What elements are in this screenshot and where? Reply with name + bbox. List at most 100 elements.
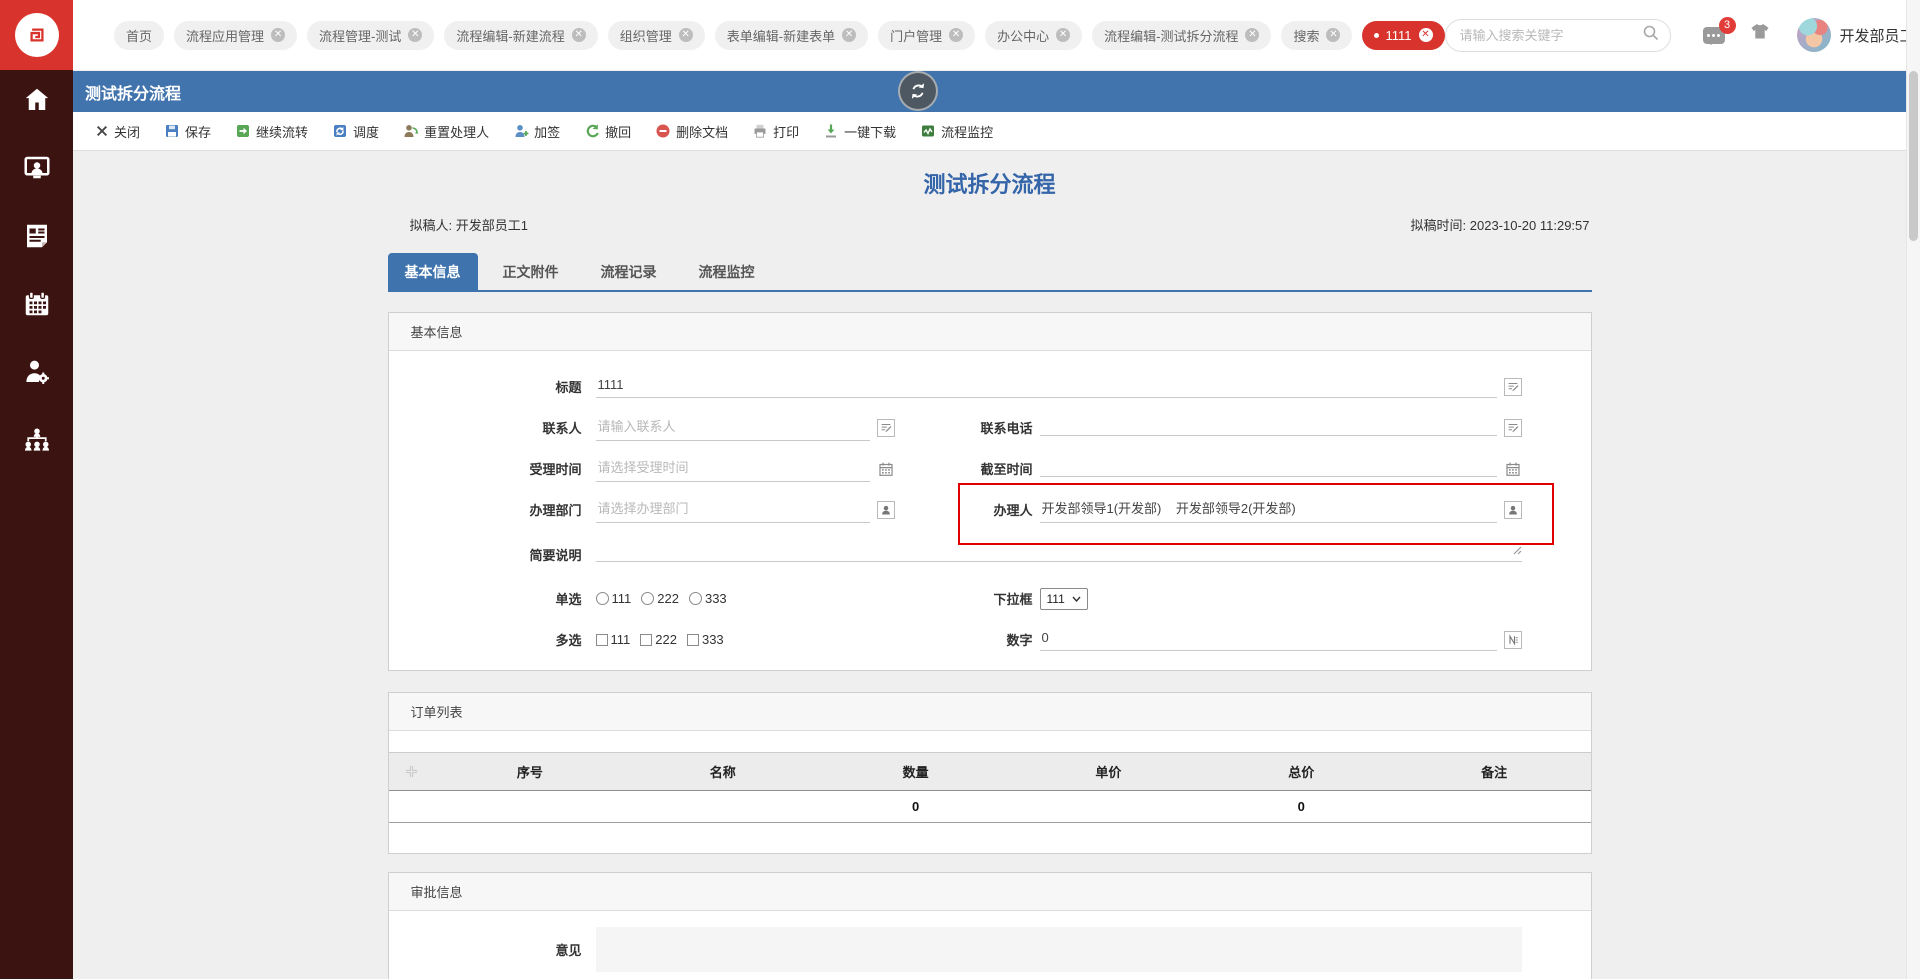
tab-chip-label: 流程编辑-测试拆分流程 xyxy=(1104,26,1238,45)
form-row-contact: 联系人 请输入联系人 联系电话 xyxy=(389,407,1591,448)
tab-chip[interactable]: 门户管理✕ xyxy=(878,21,975,50)
app-logo[interactable] xyxy=(0,0,73,70)
tab-chip[interactable]: 表单编辑-新建表单✕ xyxy=(715,21,868,50)
tab-process-record[interactable]: 流程记录 xyxy=(584,253,674,290)
accept-time-input[interactable]: 请选择受理时间 xyxy=(596,456,870,482)
edit-icon xyxy=(1504,378,1522,396)
user-settings-icon[interactable] xyxy=(22,357,52,387)
field-label-accept-time: 受理时间 xyxy=(389,459,582,478)
scrollbar[interactable] xyxy=(1906,0,1920,979)
scrollbar-thumb[interactable] xyxy=(1909,71,1918,241)
tab-chip[interactable]: 搜索✕ xyxy=(1281,21,1352,50)
tab-chip-label: 首页 xyxy=(126,26,152,45)
phone-input[interactable] xyxy=(1040,420,1497,436)
avatar[interactable] xyxy=(1797,18,1831,52)
download-icon xyxy=(823,123,839,139)
messages-button[interactable]: 3 xyxy=(1703,27,1725,44)
column-header: 名称 xyxy=(626,762,819,781)
number-input[interactable]: 0 xyxy=(1040,629,1497,651)
close-icon[interactable]: ✕ xyxy=(1326,28,1340,42)
close-icon[interactable]: ✕ xyxy=(408,28,422,42)
total-cell-sum: 0 xyxy=(1205,799,1398,814)
tab-basic-info[interactable]: 基本信息 xyxy=(388,253,478,290)
contact-input[interactable]: 请输入联系人 xyxy=(596,415,870,441)
radio-option-111[interactable]: 111 xyxy=(596,591,632,606)
close-icon[interactable]: ✕ xyxy=(271,28,285,42)
title-input[interactable]: 1111 xyxy=(596,376,1497,398)
draft-time-label: 拟稿时间: xyxy=(1411,218,1467,233)
tab-chip[interactable]: 流程管理-测试✕ xyxy=(307,21,434,50)
person-icon[interactable] xyxy=(1504,501,1522,519)
radio-option-333[interactable]: 333 xyxy=(689,591,727,606)
checkbox-icon xyxy=(640,634,652,646)
global-search[interactable] xyxy=(1445,19,1671,52)
number-icon xyxy=(1504,631,1522,649)
checkbox-option-222[interactable]: 222 xyxy=(640,632,677,647)
edit-icon xyxy=(877,419,895,437)
tab-body-attachments[interactable]: 正文附件 xyxy=(486,253,576,290)
basic-info-panel: 基本信息 标题 1111 联系人 请输入联系人 联系电话 xyxy=(388,312,1592,671)
refresh-button[interactable] xyxy=(898,71,938,111)
toolbar-button-reset-handler[interactable]: 重置处理人 xyxy=(403,122,489,141)
close-icon[interactable]: ✕ xyxy=(1245,28,1259,42)
search-icon[interactable] xyxy=(1642,24,1660,47)
field-label-dropdown: 下拉框 xyxy=(895,589,1033,608)
person-icon[interactable] xyxy=(877,501,895,519)
calendar-icon[interactable] xyxy=(1504,460,1522,478)
toolbar-button-label: 撤回 xyxy=(605,122,631,141)
tab-chip[interactable]: 办公中心✕ xyxy=(985,21,1082,50)
toolbar-button-monitor[interactable]: 流程监控 xyxy=(920,122,993,141)
close-icon[interactable]: ✕ xyxy=(1419,28,1433,42)
tab-chip-home[interactable]: 首页 xyxy=(114,21,164,50)
calendar-icon[interactable] xyxy=(877,460,895,478)
close-icon[interactable]: ✕ xyxy=(572,28,586,42)
toolbar-button-save[interactable]: 保存 xyxy=(164,122,211,141)
add-row-button[interactable] xyxy=(389,764,434,779)
toolbar-button-continue-flow[interactable]: 继续流转 xyxy=(235,122,308,141)
toolbar-button-label: 一键下载 xyxy=(844,122,896,141)
toolbar-button-print[interactable]: 打印 xyxy=(752,122,799,141)
toolbar-button-delete-doc[interactable]: 删除文档 xyxy=(655,122,728,141)
toolbar-button-close[interactable]: 关闭 xyxy=(95,122,140,141)
tab-chip-active[interactable]: 1111✕ xyxy=(1362,21,1444,50)
process-title-bar: 测试拆分流程 xyxy=(73,71,1906,112)
org-chart-icon[interactable] xyxy=(22,425,52,455)
resize-handle-icon[interactable] xyxy=(1513,546,1522,558)
dept-field: 请选择办理部门 xyxy=(596,497,895,523)
toolbar-button-dispatch[interactable]: 调度 xyxy=(332,122,379,141)
calendar-icon[interactable] xyxy=(22,289,52,319)
deadline-input[interactable] xyxy=(1040,461,1497,477)
tab-process-monitor[interactable]: 流程监控 xyxy=(682,253,772,290)
form-icon[interactable] xyxy=(22,221,52,251)
theme-skin-button[interactable] xyxy=(1749,23,1771,48)
checkbox-option-333[interactable]: 333 xyxy=(687,632,724,647)
toolbar-button-add-sign[interactable]: 加签 xyxy=(513,122,560,141)
topbar: 首页 流程应用管理✕ 流程管理-测试✕ 流程编辑-新建流程✕ 组织管理✕ 表单编… xyxy=(73,0,1906,70)
tab-chip[interactable]: 流程应用管理✕ xyxy=(174,21,297,50)
close-icon[interactable]: ✕ xyxy=(679,28,693,42)
close-icon[interactable]: ✕ xyxy=(842,28,856,42)
tab-chip[interactable]: 流程编辑-测试拆分流程 ✕ xyxy=(1092,21,1271,50)
close-icon[interactable]: ✕ xyxy=(1056,28,1070,42)
radio-option-222[interactable]: 222 xyxy=(641,591,679,606)
home-icon[interactable] xyxy=(22,85,52,115)
approval-panel: 审批信息 意见 xyxy=(388,872,1592,979)
opinion-textarea[interactable] xyxy=(596,927,1522,972)
deadline-field xyxy=(1040,460,1522,478)
handler-input[interactable]: 开发部领导1(开发部) 开发部领导2(开发部) xyxy=(1040,497,1497,523)
order-list-panel-title: 订单列表 xyxy=(389,693,1591,731)
print-icon xyxy=(752,123,768,139)
dept-input[interactable]: 请选择办理部门 xyxy=(596,497,870,523)
tab-chip[interactable]: 流程编辑-新建流程✕ xyxy=(444,21,597,50)
toolbar-button-withdraw[interactable]: 撤回 xyxy=(584,122,631,141)
tab-chip[interactable]: 组织管理✕ xyxy=(608,21,705,50)
summary-textarea[interactable] xyxy=(596,546,1522,562)
approval-panel-title: 审批信息 xyxy=(389,873,1591,911)
search-input[interactable] xyxy=(1460,28,1642,43)
user-monitor-icon[interactable] xyxy=(22,153,52,183)
checkbox-option-111[interactable]: 111 xyxy=(596,632,631,647)
delete-doc-icon xyxy=(655,123,671,139)
close-icon[interactable]: ✕ xyxy=(949,28,963,42)
dropdown-select[interactable]: 111 xyxy=(1040,588,1088,610)
toolbar-button-download[interactable]: 一键下载 xyxy=(823,122,896,141)
